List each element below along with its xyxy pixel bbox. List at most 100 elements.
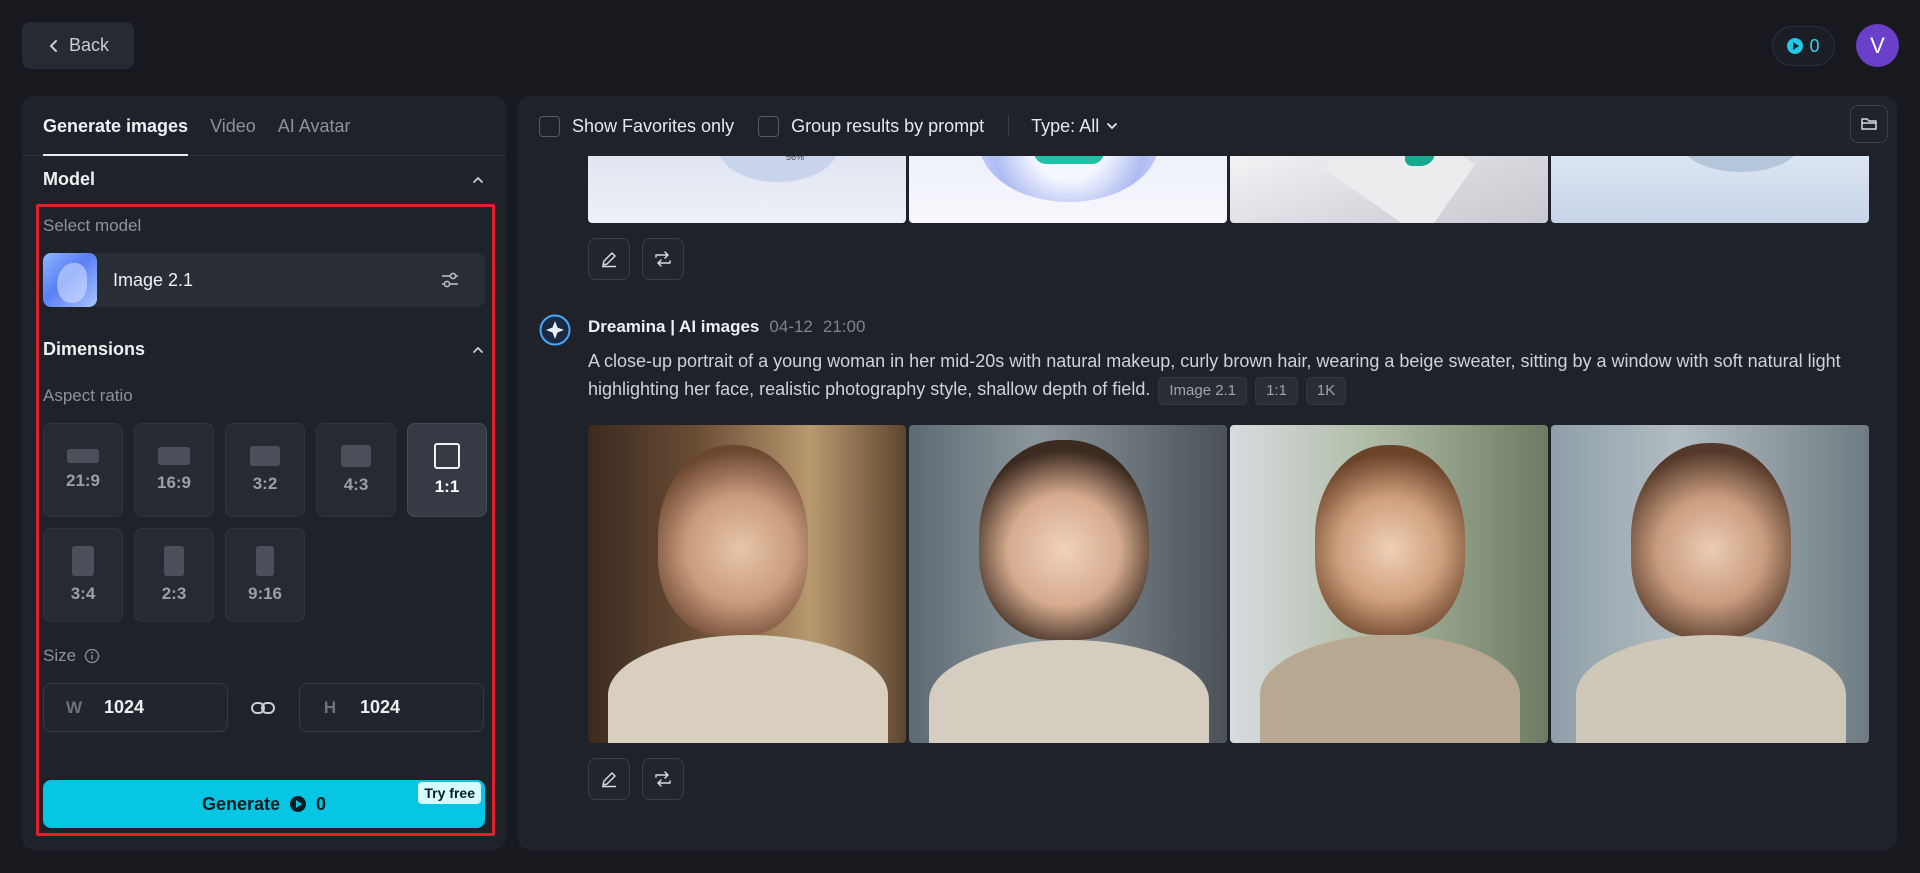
generate-cost: 0: [316, 793, 327, 814]
generate-label: Generate: [201, 793, 281, 814]
ratio-label: 3:4: [70, 584, 96, 603]
folder-icon: [1861, 118, 1877, 130]
link-icon[interactable]: [250, 696, 276, 720]
height-value: 1024: [360, 697, 401, 717]
ratio-shape: [434, 443, 460, 469]
model-thumbnail: [43, 253, 97, 307]
model-section-header[interactable]: Model: [43, 169, 485, 190]
portrait-shape: [1631, 443, 1791, 638]
type-filter-dropdown[interactable]: Type: All: [1031, 116, 1119, 137]
result-image[interactable]: [1230, 425, 1548, 743]
tab-video[interactable]: Video: [210, 116, 256, 155]
result-image[interactable]: 56%: [588, 152, 906, 223]
generation-date: 04-12: [769, 317, 813, 336]
result-image[interactable]: [909, 425, 1227, 743]
favorites-checkbox[interactable]: Show Favorites only: [539, 115, 735, 137]
credit-coin-icon: [1787, 38, 1804, 54]
height-input[interactable]: H 1024: [299, 683, 484, 732]
chevron-up-icon: [473, 176, 483, 183]
chevron-down-icon: [1107, 123, 1118, 130]
model-section-title: Model: [43, 169, 95, 189]
portrait-shape: [658, 445, 808, 635]
group-by-prompt-checkbox[interactable]: Group results by prompt: [758, 115, 985, 137]
group-label: Group results by prompt: [791, 115, 985, 136]
portrait-shape: [979, 440, 1149, 640]
result-image[interactable]: [1551, 152, 1869, 223]
ratio-option-21-9[interactable]: 21:9: [43, 423, 123, 517]
ratio-option-16-9[interactable]: 16:9: [134, 423, 214, 517]
edit-button[interactable]: [588, 758, 630, 800]
ratio-shape: [164, 546, 184, 576]
back-button[interactable]: Back: [22, 22, 134, 69]
repeat-icon: [655, 771, 671, 787]
pencil-icon: [602, 772, 616, 788]
type-filter-label: Type: All: [1031, 115, 1100, 136]
ratio-label: 3:2: [252, 474, 278, 493]
checkbox-box: [539, 115, 560, 137]
toolbar-divider: [1008, 115, 1010, 137]
back-label: Back: [68, 35, 110, 55]
ratio-label: 2:3: [161, 584, 187, 603]
generation-time: 21:00: [822, 317, 866, 336]
try-free-badge: Try free: [418, 782, 481, 804]
ratio-shape: [67, 449, 99, 463]
ratio-shape: [72, 546, 94, 576]
dimensions-section-header[interactable]: Dimensions: [43, 339, 485, 360]
generation-settings-panel: Generate images Video AI Avatar Model Se…: [22, 96, 506, 850]
sliders-icon[interactable]: [439, 269, 461, 291]
result-image[interactable]: [909, 152, 1227, 223]
ratio-option-1-1[interactable]: 1:1: [407, 423, 487, 517]
repeat-icon: [655, 251, 671, 267]
ratio-label: 16:9: [156, 473, 192, 492]
ratio-option-3-2[interactable]: 3:2: [225, 423, 305, 517]
ratio-option-4-3[interactable]: 4:3: [316, 423, 396, 517]
portrait-shape: [608, 635, 888, 743]
result-image[interactable]: [1551, 425, 1869, 743]
width-prefix: W: [65, 697, 83, 717]
result-image[interactable]: [1230, 152, 1548, 223]
info-icon[interactable]: [84, 648, 100, 664]
chevron-left-icon: [49, 39, 57, 52]
tag-ratio: 1:1: [1255, 377, 1298, 405]
ratio-label: 4:3: [343, 475, 369, 494]
results-toolbar: Show Favorites only Group results by pro…: [518, 96, 1897, 156]
size-label: Size: [43, 646, 77, 665]
favorites-label: Show Favorites only: [572, 115, 735, 136]
previous-result-images: 56%: [588, 152, 1869, 223]
folder-button[interactable]: [1850, 105, 1888, 143]
ratio-shape: [256, 546, 274, 576]
generation-prompt[interactable]: A close-up portrait of a young woman in …: [588, 347, 1878, 405]
chevron-up-icon: [473, 346, 483, 353]
credit-coin-icon: [290, 796, 307, 812]
portrait-shape: [1576, 635, 1846, 743]
width-input[interactable]: W 1024: [43, 683, 228, 732]
tab-generate-images[interactable]: Generate images: [43, 116, 189, 156]
previous-result-actions: [588, 238, 684, 280]
model-selector[interactable]: Image 2.1: [43, 253, 485, 307]
result-image[interactable]: [588, 425, 906, 743]
portrait-shape: [1315, 445, 1465, 635]
ratio-label: 1:1: [434, 477, 460, 496]
select-model-label: Select model: [43, 216, 142, 235]
regenerate-button[interactable]: [642, 758, 684, 800]
dimensions-section-title: Dimensions: [43, 339, 146, 359]
mode-tabs: Generate images Video AI Avatar: [22, 96, 506, 156]
user-avatar[interactable]: V: [1856, 24, 1899, 67]
ratio-option-9-16[interactable]: 9:16: [225, 528, 305, 622]
ratio-shape: [341, 445, 371, 467]
portrait-shape: [929, 640, 1209, 743]
edit-button[interactable]: [588, 238, 630, 280]
tag-model: Image 2.1: [1158, 377, 1248, 405]
ratio-option-2-3[interactable]: 2:3: [134, 528, 214, 622]
credits-badge[interactable]: 0: [1772, 26, 1835, 66]
height-prefix: H: [323, 697, 337, 717]
regenerate-button[interactable]: [642, 238, 684, 280]
ratio-shape: [158, 447, 190, 465]
generate-button[interactable]: Generate 0 Try free: [43, 780, 485, 828]
ratio-option-3-4[interactable]: 3:4: [43, 528, 123, 622]
tab-ai-avatar[interactable]: AI Avatar: [278, 116, 351, 155]
model-name: Image 2.1: [113, 269, 194, 290]
portrait-result-images: [588, 425, 1869, 743]
aspect-ratio-label: Aspect ratio: [43, 386, 133, 405]
image-shape: [718, 152, 838, 182]
